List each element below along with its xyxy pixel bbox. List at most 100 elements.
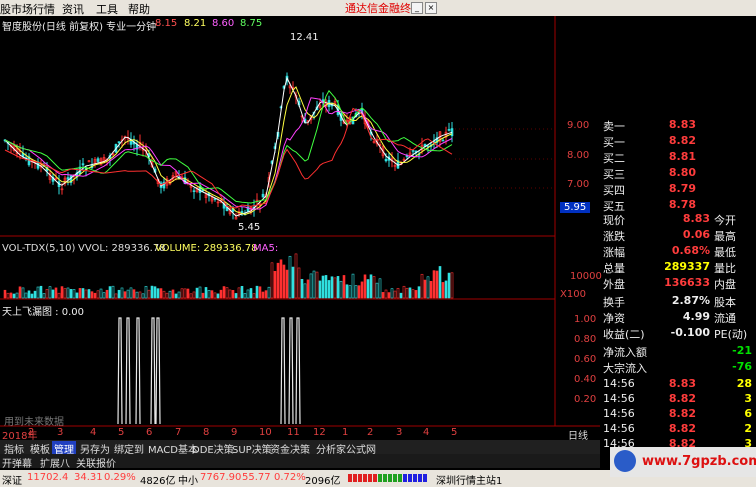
ind-axis-020: 0.20 [574, 394, 597, 405]
kline-chart[interactable]: 智度股份(日线 前复权) 专业一分钟 8.15 8.21 8.60 8.75 1… [0, 16, 602, 442]
volume-bar [138, 291, 142, 299]
vol-volume: VOLUME: 289336.78 [155, 243, 258, 254]
indicator-spike [150, 317, 156, 425]
minimize-icon[interactable]: _ [411, 2, 423, 14]
menu-help[interactable]: 帮助 [128, 1, 150, 17]
buy-price: 8.81 [668, 150, 696, 163]
sz-index-value: 11702.4 [27, 472, 69, 483]
sell1-row[interactable]: 卖一 8.83 [600, 118, 756, 134]
volume-bar [39, 285, 43, 299]
indicator-spike [117, 317, 123, 425]
volume-bar [420, 273, 424, 299]
volume-bar [414, 290, 418, 299]
volume-bar [261, 291, 265, 299]
volume-bar [186, 288, 190, 299]
volume-bar [450, 272, 454, 299]
candle-body [117, 141, 121, 144]
tick-volume: 6 [744, 407, 752, 420]
volume-bar [162, 290, 166, 299]
volume-bar [153, 286, 157, 299]
volume-bar [411, 289, 415, 299]
time-axis: 2018年 2 3 4 5 6 7 8 9 10 11 12 1 2 3 4 5 [0, 427, 600, 442]
volume-bar [282, 264, 286, 299]
volume-bar [75, 292, 79, 299]
menu-market[interactable]: 股市场行情 [0, 1, 55, 17]
volume-bar [249, 288, 253, 299]
chart-canvas[interactable] [0, 16, 600, 430]
ma4-value: 8.75 [240, 18, 263, 29]
volume-bar [300, 278, 304, 299]
signal-bar [403, 474, 407, 482]
chart-title: 智度股份(日线 前复权) 专业一分钟 [2, 22, 157, 33]
volume-bar [309, 273, 313, 299]
volume-bar [207, 290, 211, 299]
close-icon[interactable]: × [425, 2, 437, 14]
signal-bar [418, 474, 422, 482]
candle-body [411, 150, 415, 152]
buy-label: 买二 [603, 152, 625, 165]
volume-bar [327, 280, 331, 299]
subtab-item[interactable]: 扩展八 [40, 455, 70, 470]
volume-bar [30, 293, 34, 299]
volume-bar [12, 293, 16, 299]
volume-bars [3, 253, 454, 299]
candle-body [384, 158, 388, 162]
volume-bar [156, 288, 160, 299]
indicator-spike [280, 317, 286, 425]
price-axis-8: 8.00 [567, 150, 590, 161]
menu-news[interactable]: 资讯 [62, 1, 84, 17]
sm-index-pct: 0.72% [274, 472, 306, 483]
low-price-label: 5.45 [238, 222, 261, 233]
menu-tools[interactable]: 工具 [96, 1, 118, 17]
volume-bar [78, 288, 82, 299]
time-axis-label: 5 [118, 427, 125, 438]
subtab-item[interactable]: 开弹幕 [2, 455, 32, 470]
sz-index-name: 深证 [2, 476, 22, 487]
volume-bar [399, 292, 403, 299]
volume-bar [141, 293, 145, 299]
volume-bar [381, 292, 385, 299]
volume-bar [378, 278, 382, 299]
volume-bar [72, 289, 76, 299]
volume-bar [126, 289, 130, 299]
stat-label: 总量 [603, 262, 625, 275]
volume-bar [318, 280, 322, 299]
moving-average-lines [4, 76, 453, 217]
buy2-row[interactable]: 买二 8.81 [600, 150, 756, 166]
volume-bar [6, 292, 10, 299]
volume-bar [363, 274, 367, 299]
sz-index-change: 34.31 [74, 472, 103, 483]
buy4-row[interactable]: 买四 8.79 [600, 182, 756, 198]
vol-title: VOL-TDX(5,10) [2, 243, 76, 254]
station-name[interactable]: 深圳行情主站1 [436, 472, 502, 487]
vol-unit: X100 [560, 289, 586, 300]
volume-bar [66, 287, 70, 299]
volume-bar [270, 262, 274, 299]
subtab-item[interactable]: 关联报价 [76, 455, 116, 470]
volume-bar [228, 289, 232, 299]
candle-body [96, 158, 100, 162]
buy3-row[interactable]: 买三 8.80 [600, 166, 756, 182]
volume-bar [333, 277, 337, 299]
volume-bar [183, 288, 187, 299]
indicator-lines [117, 317, 301, 425]
candle-body [261, 193, 265, 198]
flow-row: 净流入额 -21 [600, 344, 756, 360]
stat-label: 净资 [603, 312, 625, 325]
candle-body [66, 177, 70, 180]
volume-bar [159, 288, 163, 299]
volume-bar [432, 270, 436, 299]
tick-price: 8.82 [668, 392, 696, 405]
volume-bar [360, 281, 364, 299]
indicator-spike [125, 317, 131, 425]
volume-bar [204, 287, 208, 299]
stat-row: 外盘 136633 内盘 [600, 276, 756, 292]
volume-bar [102, 292, 106, 299]
volume-bar [132, 289, 136, 299]
buy1-row[interactable]: 买一 8.82 [600, 134, 756, 150]
buy-price: 8.80 [668, 166, 696, 179]
volume-bar [387, 292, 391, 299]
time-axis-label: 11 [287, 427, 300, 438]
volume-bar [21, 287, 25, 299]
buy-label: 买三 [603, 168, 625, 181]
